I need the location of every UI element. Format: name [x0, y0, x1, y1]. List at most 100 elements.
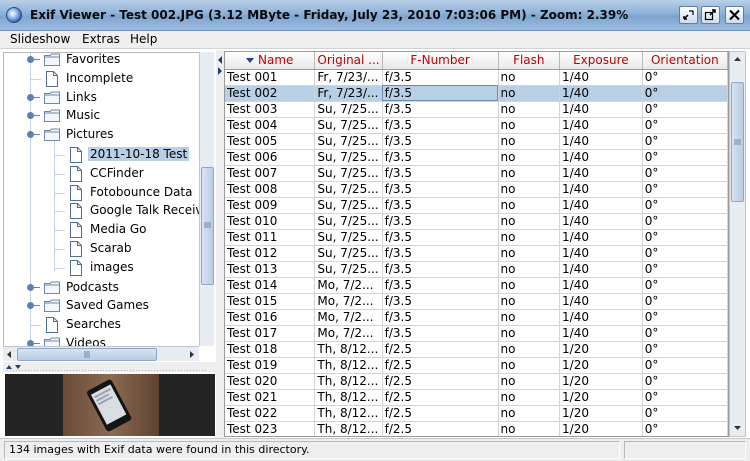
table-cell[interactable]: 1/40: [559, 85, 643, 102]
table-cell[interactable]: 1/40: [559, 101, 643, 118]
table-cell[interactable]: f/3.5: [382, 197, 499, 214]
table-cell[interactable]: f/3.5: [382, 261, 499, 278]
table-cell[interactable]: Test 001: [225, 69, 316, 86]
tree-item[interactable]: Searches: [4, 316, 199, 334]
tree-scroll-thumb[interactable]: [201, 167, 214, 285]
table-cell[interactable]: 1/40: [559, 293, 643, 310]
main-splitter[interactable]: [216, 50, 224, 438]
table-row[interactable]: Test 008 Su, 7/25... f/3.5 no 1/40 0°: [225, 181, 728, 198]
table-cell[interactable]: 1/40: [559, 309, 643, 326]
table-cell[interactable]: 1/40: [559, 245, 643, 262]
table-cell[interactable]: 0°: [642, 213, 728, 230]
table-cell[interactable]: f/2.5: [382, 405, 499, 422]
table-cell[interactable]: 1/40: [559, 277, 643, 294]
table-cell[interactable]: no: [498, 261, 561, 278]
table-cell[interactable]: 0°: [642, 85, 728, 102]
tree-item[interactable]: Podcasts: [4, 279, 199, 297]
table-row[interactable]: Test 006 Su, 7/25... f/3.5 no 1/40 0°: [225, 149, 728, 166]
column-header-original[interactable]: Original ...: [314, 52, 383, 70]
table-cell[interactable]: 0°: [642, 421, 728, 436]
table-cell[interactable]: Test 008: [225, 181, 316, 198]
table-cell[interactable]: 1/40: [559, 213, 643, 230]
tree-item[interactable]: Fotobounce Data: [4, 184, 199, 202]
tree-horizontal-scrollbar[interactable]: [3, 346, 199, 361]
table-row[interactable]: Test 009 Su, 7/25... f/3.5 no 1/40 0°: [225, 197, 728, 214]
table-cell[interactable]: 1/20: [559, 341, 643, 358]
expand-handle-icon[interactable]: [27, 112, 40, 120]
preview-splitter[interactable]: [3, 362, 216, 372]
table-cell[interactable]: 0°: [642, 245, 728, 262]
table-cell[interactable]: 1/40: [559, 117, 643, 134]
table-cell[interactable]: no: [498, 229, 561, 246]
table-cell[interactable]: 0°: [642, 373, 728, 390]
table-row[interactable]: Test 016 Mo, 7/2... f/3.5 no 1/40 0°: [225, 309, 728, 326]
tree-vertical-scrollbar[interactable]: [199, 52, 214, 346]
table-cell[interactable]: 1/40: [559, 229, 643, 246]
tree-item[interactable]: Saved Games: [4, 297, 199, 315]
table-cell[interactable]: Test 015: [225, 293, 316, 310]
table-vertical-scrollbar[interactable]: [729, 51, 746, 437]
table-cell[interactable]: no: [498, 101, 561, 118]
expand-handle-icon[interactable]: [27, 302, 40, 310]
table-cell[interactable]: 0°: [642, 117, 728, 134]
table-cell[interactable]: 0°: [642, 149, 728, 166]
table-cell[interactable]: Test 023: [225, 421, 316, 436]
table-cell[interactable]: Th, 8/12...: [314, 373, 383, 390]
table-cell[interactable]: Th, 8/12...: [314, 405, 383, 422]
tree-item[interactable]: Incomplete: [4, 70, 199, 88]
table-cell[interactable]: 1/40: [559, 165, 643, 182]
table-cell[interactable]: 1/20: [559, 405, 643, 422]
table-cell[interactable]: 0°: [642, 197, 728, 214]
table-cell[interactable]: Mo, 7/2...: [314, 277, 383, 294]
table-cell[interactable]: f/3.5: [382, 213, 499, 230]
table-cell[interactable]: Su, 7/25...: [314, 245, 383, 262]
table-row[interactable]: Test 012 Su, 7/25... f/3.5 no 1/40 0°: [225, 245, 728, 262]
menu-help[interactable]: Help: [130, 32, 157, 46]
table-row[interactable]: Test 014 Mo, 7/2... f/3.5 no 1/40 0°: [225, 277, 728, 294]
table-cell[interactable]: f/3.5: [382, 309, 499, 326]
tree-item[interactable]: images: [4, 259, 199, 277]
tree-item[interactable]: CCFinder: [4, 165, 199, 183]
tree-item[interactable]: 2011-10-18 Test: [4, 146, 199, 164]
table-cell[interactable]: f/3.5: [382, 325, 499, 342]
table-cell[interactable]: 1/40: [559, 133, 643, 150]
table-cell[interactable]: Test 011: [225, 229, 316, 246]
table-cell[interactable]: f/2.5: [382, 341, 499, 358]
table-cell[interactable]: Su, 7/25...: [314, 133, 383, 150]
table-cell[interactable]: Mo, 7/2...: [314, 309, 383, 326]
table-cell[interactable]: Test 009: [225, 197, 316, 214]
table-cell[interactable]: f/2.5: [382, 357, 499, 374]
table-row[interactable]: Test 002 Fr, 7/23/... f/3.5 no 1/40 0°: [225, 85, 728, 102]
table-row[interactable]: Test 015 Mo, 7/2... f/3.5 no 1/40 0°: [225, 293, 728, 310]
table-cell[interactable]: Su, 7/25...: [314, 117, 383, 134]
table-cell[interactable]: Test 013: [225, 261, 316, 278]
table-cell[interactable]: 0°: [642, 293, 728, 310]
table-cell[interactable]: f/3.5: [382, 101, 499, 118]
table-cell[interactable]: f/2.5: [382, 389, 499, 406]
table-cell[interactable]: no: [498, 213, 561, 230]
menu-slideshow[interactable]: Slideshow: [10, 32, 70, 46]
table-row[interactable]: Test 021 Th, 8/12... f/2.5 no 1/20 0°: [225, 389, 728, 406]
table-cell[interactable]: Test 016: [225, 309, 316, 326]
table-cell[interactable]: 0°: [642, 389, 728, 406]
table-cell[interactable]: 0°: [642, 229, 728, 246]
table-cell[interactable]: Th, 8/12...: [314, 389, 383, 406]
table-cell[interactable]: Mo, 7/2...: [314, 325, 383, 342]
table-cell[interactable]: Mo, 7/2...: [314, 293, 383, 310]
table-cell[interactable]: f/2.5: [382, 373, 499, 390]
table-cell[interactable]: 0°: [642, 405, 728, 422]
table-row[interactable]: Test 010 Su, 7/25... f/3.5 no 1/40 0°: [225, 213, 728, 230]
table-cell[interactable]: f/3.5: [382, 293, 499, 310]
table-cell[interactable]: Su, 7/25...: [314, 229, 383, 246]
table-cell[interactable]: 0°: [642, 277, 728, 294]
table-cell[interactable]: Test 002: [225, 85, 316, 102]
table-cell[interactable]: no: [498, 373, 561, 390]
column-header-name[interactable]: Name: [225, 52, 316, 70]
table-cell[interactable]: 0°: [642, 357, 728, 374]
table-row[interactable]: Test 020 Th, 8/12... f/2.5 no 1/20 0°: [225, 373, 728, 390]
table-cell[interactable]: f/3.5: [382, 245, 499, 262]
table-cell[interactable]: Test 012: [225, 245, 316, 262]
table-cell[interactable]: Test 004: [225, 117, 316, 134]
tree-item[interactable]: Google Talk Receive: [4, 202, 199, 220]
table-row[interactable]: Test 017 Mo, 7/2... f/3.5 no 1/40 0°: [225, 325, 728, 342]
